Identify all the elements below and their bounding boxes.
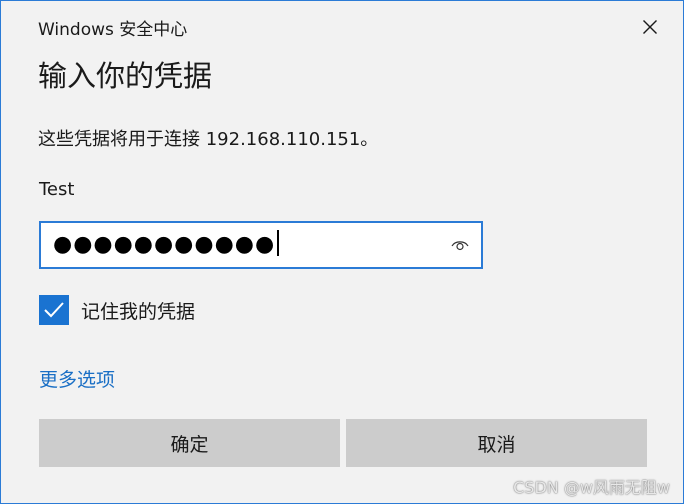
ok-button[interactable]: 确定 (39, 419, 340, 467)
connection-message: 这些凭据将用于连接 192.168.110.151。 (38, 129, 379, 150)
reveal-password-button[interactable] (447, 233, 473, 257)
window-title: Windows 安全中心 (38, 20, 188, 40)
username-label: Test (39, 179, 75, 200)
text-caret (277, 230, 280, 256)
close-icon (643, 20, 657, 34)
password-field[interactable]: ●●●●●●●●●●● (39, 221, 483, 269)
remember-checkbox[interactable] (39, 295, 69, 325)
remember-credentials-row: 记住我的凭据 (39, 295, 195, 325)
eye-icon (451, 241, 469, 251)
remember-label[interactable]: 记住我的凭据 (81, 297, 195, 324)
page-title: 输入你的凭据 (38, 59, 213, 93)
close-button[interactable] (631, 9, 669, 45)
checkmark-icon (44, 302, 64, 318)
more-options-link[interactable]: 更多选项 (39, 365, 115, 392)
password-value: ●●●●●●●●●●● (53, 232, 276, 257)
credential-dialog: Windows 安全中心 输入你的凭据 这些凭据将用于连接 192.168.11… (0, 0, 684, 504)
watermark: CSDN @w风雨无阻w (513, 478, 670, 497)
cancel-button[interactable]: 取消 (346, 419, 647, 467)
